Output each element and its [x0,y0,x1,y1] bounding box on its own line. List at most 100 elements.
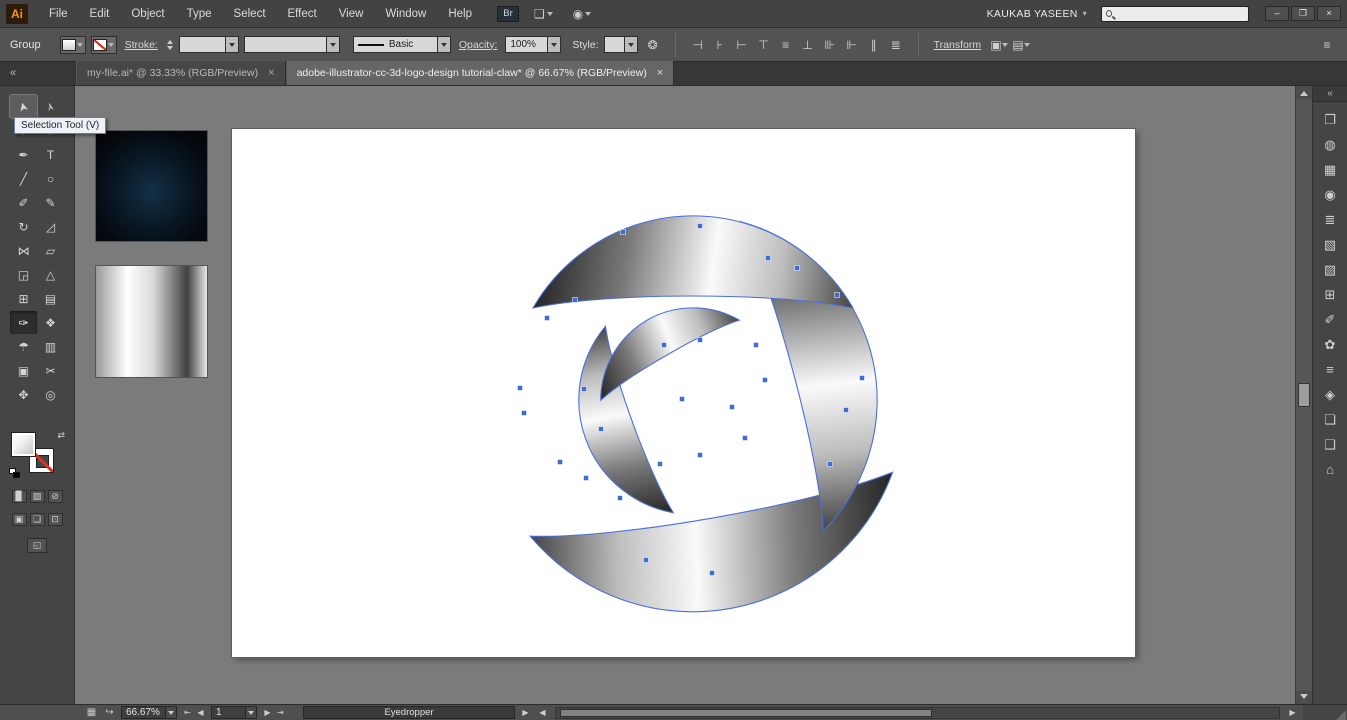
transform-panel-link[interactable]: Transform [934,39,981,51]
window-button-restore[interactable]: ❐ [1291,6,1315,21]
panel-appearance[interactable]: ≡ [1317,357,1343,381]
fill-color-well[interactable] [60,36,86,54]
variable-width-profile-select[interactable] [244,36,340,53]
pasteboard-dark-radial-object[interactable] [95,130,208,242]
opacity-panel-link[interactable]: Opacity: [459,39,498,51]
recolor-artwork-icon[interactable]: ❂ [643,35,663,55]
swirl-shapes[interactable] [530,198,912,641]
menu-file[interactable]: File [38,0,79,28]
align-vertical-align-center[interactable]: ≡ [776,35,796,55]
anchor-point[interactable] [545,316,550,321]
tab-tutorial-claw[interactable]: adobe-illustrator-cc-3d-logo-design tuto… [286,61,675,85]
align-distribute-vertical[interactable]: ⊩ [842,35,862,55]
swap-fill-stroke-icon[interactable]: ⇄ [57,430,65,441]
menu-edit[interactable]: Edit [79,0,121,28]
vertical-scrollbar-thumb[interactable] [1298,383,1310,407]
menu-view[interactable]: View [328,0,375,28]
nav-next-artboard[interactable]: ▶ [261,707,274,719]
screen-mode-button[interactable]: ◱ [27,538,47,553]
menu-help[interactable]: Help [437,0,483,28]
panel-color-guide[interactable]: ◉ [1317,182,1343,206]
cc-account-menu[interactable]: KAUKAB YASEEN ▾ [987,8,1087,20]
tool-slice[interactable]: ✂ [37,359,64,382]
artboard-number-select[interactable]: 1 [211,706,257,719]
control-icon-shape-options[interactable]: ▣ [989,35,1009,55]
panel-graphic-styles[interactable]: ◈ [1317,382,1343,406]
tool-artboard[interactable]: ▣ [10,359,37,382]
toolbar-gradient-button[interactable]: ▨ [30,490,45,503]
brush-definition-select[interactable]: Basic [353,36,451,53]
anchor-point[interactable] [584,476,589,481]
panel-swatches[interactable]: ▦ [1317,157,1343,181]
align-distribute-spacing[interactable]: ∥ [864,35,884,55]
tool-selection[interactable]: ➤ [10,95,37,118]
default-fill-stroke-icon[interactable] [9,468,21,478]
anchor-point[interactable] [743,436,748,441]
anchor-point[interactable] [828,462,833,467]
collapse-panels-icon[interactable]: « [4,64,22,82]
tool-mesh[interactable]: ⊞ [10,287,37,310]
panel-stroke[interactable]: ≣ [1317,207,1343,231]
panel-layers[interactable]: ❏ [1317,407,1343,431]
align-distribute-horizontal[interactable]: ⊪ [820,35,840,55]
anchor-point[interactable] [698,224,703,229]
control-icon-select-similar[interactable]: ▤ [1011,35,1031,55]
anchor-point[interactable] [698,338,703,343]
tool-ellipse[interactable]: ○ [37,167,64,190]
anchor-point[interactable] [680,397,685,402]
align-align-options[interactable]: ≣ [886,35,906,55]
window-button-close[interactable]: × [1317,6,1341,21]
scroll-right-icon[interactable]: ▶ [1286,707,1299,719]
anchor-point[interactable] [658,462,663,467]
menubar-icon-arrange-documents[interactable]: ❏ [529,5,558,23]
tool-eyedropper[interactable]: ✑ [10,311,37,334]
horizontal-scrollbar-thumb[interactable] [560,709,932,717]
status-cloud-export[interactable]: ↪ [102,707,117,719]
horizontal-scrollbar[interactable] [555,707,1280,719]
menu-object[interactable]: Object [120,0,175,28]
align-horizontal-align-center[interactable]: ⊦ [710,35,730,55]
anchor-point[interactable] [710,571,715,576]
anchor-point[interactable] [618,496,623,501]
tool-column-graph[interactable]: ▥ [37,335,64,358]
tool-free-transform[interactable]: ▱ [37,239,64,262]
tool-zoom[interactable]: ◎ [37,383,64,406]
panel-links[interactable]: ⊞ [1317,282,1343,306]
toolbar-none-button[interactable]: ⊘ [48,490,63,503]
tool-rotate[interactable]: ↻ [10,215,37,238]
control-panel-menu-icon[interactable]: ≡ [1317,35,1337,55]
anchor-point[interactable] [763,378,768,383]
nav-first-artboard[interactable]: ⇤ [181,707,194,719]
tool-pen[interactable]: ✒ [10,143,37,166]
panel-libraries[interactable]: ⌂ [1317,457,1343,481]
search-box[interactable] [1101,6,1249,22]
tool-scale[interactable]: ◿ [37,215,64,238]
anchor-point[interactable] [754,343,759,348]
align-vertical-align-top[interactable]: ⊤ [754,35,774,55]
stroke-weight-stepper[interactable] [167,37,173,53]
tool-perspective-grid[interactable]: △ [37,263,64,286]
menu-select[interactable]: Select [223,0,277,28]
stroke-panel-link[interactable]: Stroke: [125,39,158,51]
toolbar-color-button[interactable]: ▉ [12,490,27,503]
stroke-weight-select[interactable] [179,36,239,53]
search-input[interactable] [1112,8,1244,20]
tool-gradient[interactable]: ▤ [37,287,64,310]
panel-color[interactable]: ◍ [1317,132,1343,156]
canvas-pasteboard[interactable] [75,86,1295,704]
menu-window[interactable]: Window [374,0,437,28]
scroll-left-icon[interactable]: ◀ [536,707,549,719]
panel-brushes[interactable]: ✐ [1317,307,1343,331]
zoom-level-select[interactable]: 66.67% [121,706,177,719]
tool-pencil[interactable]: ✎ [37,191,64,214]
anchor-point[interactable] [522,411,527,416]
anchor-point[interactable] [644,558,649,563]
anchor-point[interactable] [795,266,800,271]
tool-direct-selection[interactable]: ➢ [37,95,64,118]
panel-artboards[interactable]: ❑ [1317,432,1343,456]
anchor-point[interactable] [599,427,604,432]
toolbar-draw-inside-button[interactable]: ⊡ [48,513,63,526]
anchor-point[interactable] [518,386,523,391]
nav-previous-artboard[interactable]: ◀ [194,707,207,719]
panel-symbols[interactable]: ✿ [1317,332,1343,356]
